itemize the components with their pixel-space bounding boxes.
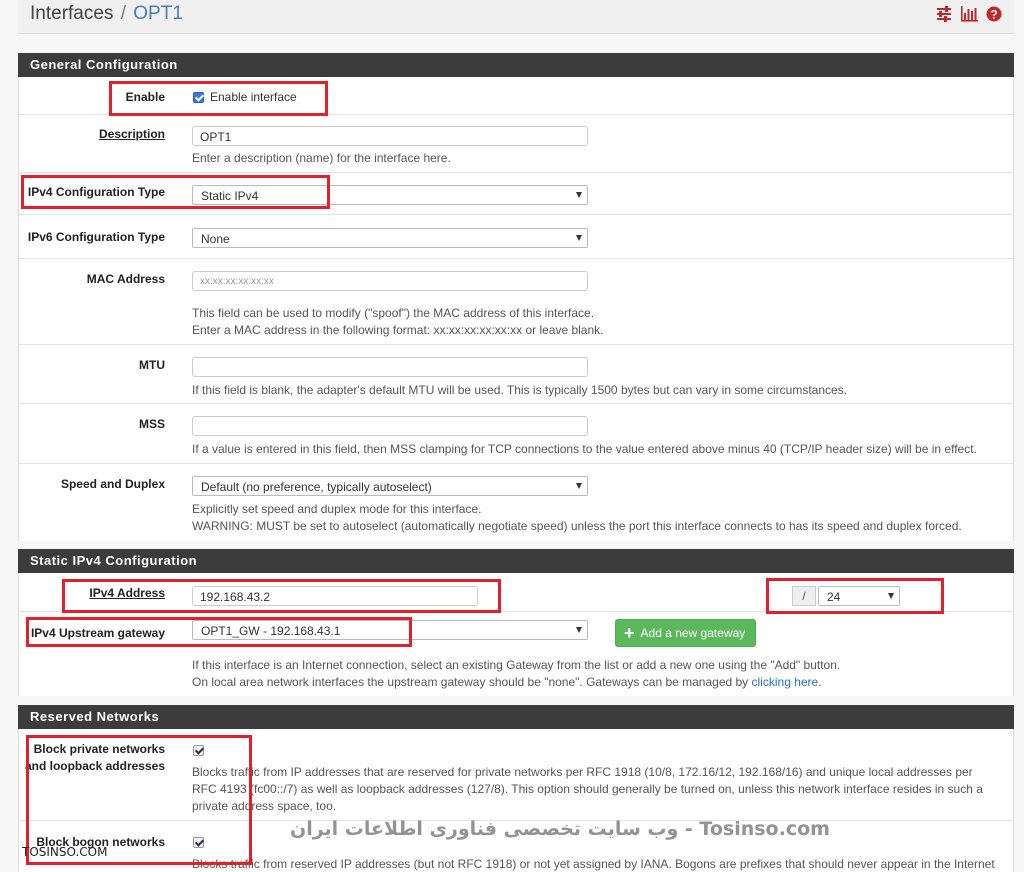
general-config-panel: Enable Enable interface Description OPT1… — [18, 77, 1014, 541]
description-input[interactable]: OPT1 — [192, 126, 588, 146]
ipv6-type-value: None — [201, 232, 230, 246]
breadcrumb-section[interactable]: Interfaces — [30, 3, 113, 24]
ipv6-type-label: IPv6 Configuration Type — [27, 230, 165, 244]
bar-chart-icon[interactable] — [960, 6, 978, 22]
mac-label: MAC Address — [86, 272, 165, 286]
ipv4-address-input[interactable]: 192.168.43.2 — [192, 586, 478, 606]
ipv4-type-select[interactable]: Static IPv4 — [192, 185, 588, 205]
add-gateway-label: Add a new gateway — [640, 626, 746, 640]
chevron-down-icon — [888, 593, 894, 599]
description-label: Description — [98, 127, 165, 141]
speed-row: Speed and Duplex Default (no preference,… — [19, 464, 1013, 541]
mac-row: MAC Address xx:xx:xx:xx:xx:xx This field… — [19, 259, 1013, 345]
speed-help-2: WARNING: MUST be set to autoselect (auto… — [192, 519, 962, 533]
watermark-left: TOSINSO.COM — [22, 845, 108, 859]
reserved-networks-header: Reserved Networks — [18, 705, 1014, 729]
mac-input[interactable]: xx:xx:xx:xx:xx:xx — [192, 271, 588, 291]
block-private-help-2: RFC 4193 (fc00::/7) as well as loopback … — [192, 782, 983, 796]
mtu-label: MTU — [139, 358, 165, 372]
block-private-help-1: Blocks traffic from IP addresses that ar… — [192, 765, 973, 779]
speed-select[interactable]: Default (no preference, typically autose… — [192, 476, 588, 496]
gateway-manage-link[interactable]: clicking here — [752, 675, 819, 689]
gateway-help-1: If this interface is an Internet connect… — [192, 658, 841, 672]
enable-label: Enable — [125, 90, 165, 104]
static-ipv4-header: Static IPv4 Configuration — [18, 549, 1014, 573]
block-private-help-3: private address space, too. — [192, 799, 337, 813]
ipv4-type-label: IPv4 Configuration Type — [27, 185, 165, 199]
mtu-row: MTU If this field is blank, the adapter'… — [19, 345, 1013, 404]
enable-checkbox[interactable] — [193, 92, 204, 103]
chevron-down-icon — [576, 627, 582, 633]
ipv4-address-row: IPv4 Address 192.168.43.2 / 24 — [19, 573, 1013, 612]
breadcrumb-current[interactable]: OPT1 — [133, 3, 183, 24]
general-config-header: General Configuration — [18, 53, 1014, 77]
mtu-input[interactable] — [192, 357, 588, 377]
block-private-checkbox[interactable] — [193, 745, 204, 756]
description-help: Enter a description (name) for the inter… — [192, 151, 451, 165]
ipv6-type-row: IPv6 Configuration Type None — [19, 215, 1013, 259]
block-private-row: Block private networks and loopback addr… — [19, 729, 1013, 821]
block-private-label-2: and loopback addresses — [24, 759, 165, 773]
gateway-row: IPv4 Upstream gateway OPT1_GW - 192.168.… — [19, 612, 1013, 696]
cidr-value: 24 — [827, 590, 841, 604]
mtu-help: If this field is blank, the adapter's de… — [192, 383, 848, 397]
block-bogon-help-1: Blocks traffic from reserved IP addresse… — [192, 857, 995, 871]
mac-help-1: This field can be used to modify ("spoof… — [192, 306, 595, 320]
header-icons: ? — [936, 6, 1002, 22]
ipv4-type-row: IPv4 Configuration Type Static IPv4 — [19, 173, 1013, 215]
mac-help-2: Enter a MAC address in the following for… — [192, 323, 604, 337]
gateway-help-2-end: . — [818, 675, 822, 689]
gateway-help-2: On local area network interfaces the ups… — [192, 674, 822, 691]
mss-row: MSS If a value is entered in this field,… — [19, 404, 1013, 464]
watermark-center: وب سایت تخصصی فناوری اطلاعات ایران - Tos… — [290, 818, 830, 840]
block-private-label-1: Block private networks — [33, 742, 165, 756]
plus-icon: + — [624, 623, 635, 643]
gateway-label: IPv4 Upstream gateway — [30, 626, 165, 640]
breadcrumb-separator: / — [120, 3, 126, 24]
cidr-select[interactable]: 24 — [818, 586, 900, 606]
ipv6-type-select[interactable]: None — [192, 228, 588, 248]
mss-label: MSS — [138, 417, 165, 431]
reserved-networks-panel: Block private networks and loopback addr… — [18, 729, 1014, 872]
gateway-help-2-text: On local area network interfaces the ups… — [192, 675, 752, 689]
cidr-slash: / — [792, 586, 816, 606]
chevron-down-icon — [576, 235, 582, 241]
help-icon[interactable]: ? — [986, 6, 1002, 22]
add-gateway-button[interactable]: + Add a new gateway — [615, 619, 757, 647]
sliders-icon[interactable] — [936, 6, 952, 22]
breadcrumb: Interfaces / OPT1 — [30, 3, 183, 25]
gateway-select[interactable]: OPT1_GW - 192.168.43.1 — [192, 620, 588, 640]
enable-checkbox-label[interactable]: Enable interface — [210, 90, 297, 104]
chevron-down-icon — [576, 483, 582, 489]
block-bogon-checkbox[interactable] — [193, 837, 204, 848]
speed-value: Default (no preference, typically autose… — [201, 480, 432, 494]
speed-help-1: Explicitly set speed and duplex mode for… — [192, 502, 482, 516]
mss-help: If a value is entered in this field, the… — [192, 442, 977, 456]
ipv4-address-label: IPv4 Address — [89, 586, 165, 600]
mss-input[interactable] — [192, 416, 588, 436]
page-header: Interfaces / OPT1 ? — [18, 0, 1014, 34]
static-ipv4-panel: IPv4 Address 192.168.43.2 / 24 IPv4 Upst… — [18, 573, 1014, 696]
ipv4-type-value: Static IPv4 — [201, 189, 259, 203]
enable-row: Enable Enable interface — [19, 77, 1013, 115]
svg-text:?: ? — [990, 8, 997, 22]
gateway-value: OPT1_GW - 192.168.43.1 — [201, 624, 341, 638]
chevron-down-icon — [576, 192, 582, 198]
speed-label: Speed and Duplex — [60, 477, 165, 491]
description-row: Description OPT1 Enter a description (na… — [19, 115, 1013, 173]
